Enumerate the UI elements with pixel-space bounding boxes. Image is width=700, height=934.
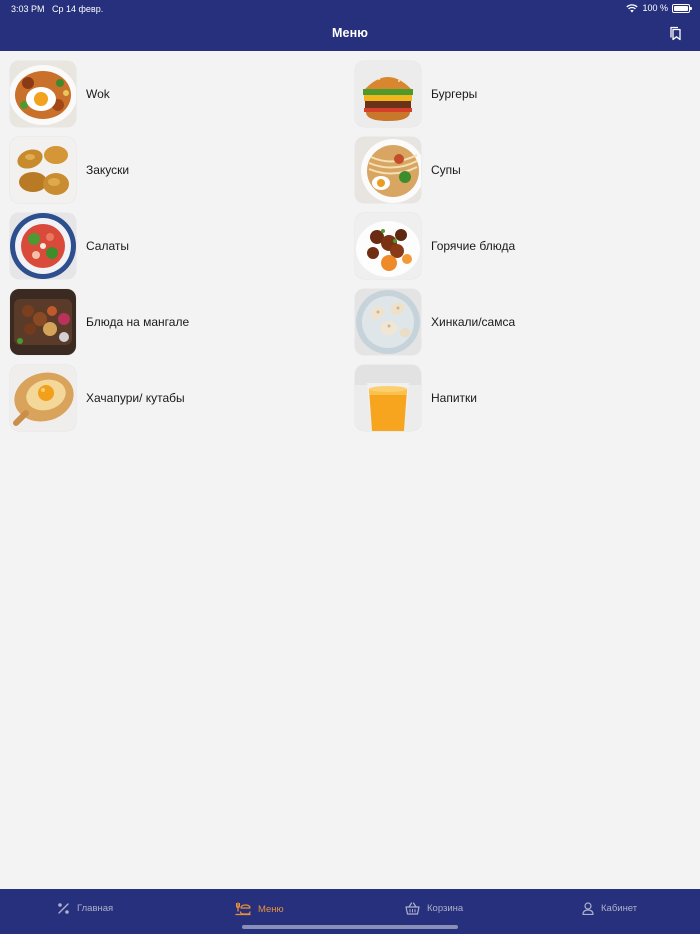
category-grill-dishes[interactable]: Блюда на мангале: [10, 289, 189, 355]
tab-label: Главная: [77, 903, 114, 914]
khachapuri-kutaby-image: [10, 365, 76, 431]
tab-menu[interactable]: Меню: [235, 902, 284, 916]
snacks-image: [10, 137, 76, 203]
wok-image: [10, 61, 76, 127]
basket-icon: [405, 902, 420, 915]
user-icon: [582, 902, 594, 915]
category-label: Хинкали/самса: [431, 315, 516, 329]
category-soups[interactable]: Супы: [355, 137, 461, 203]
battery-icon: [672, 3, 692, 13]
category-burgers[interactable]: Бургеры: [355, 61, 477, 127]
tab-bar: Главная Меню Корзина Кабинет: [0, 889, 700, 934]
hot-dishes-image: [355, 213, 421, 279]
status-indicators: 100 %: [626, 3, 692, 13]
category-hot-dishes[interactable]: Горячие блюда: [355, 213, 515, 279]
tab-cabinet[interactable]: Кабинет: [582, 902, 637, 915]
category-drinks[interactable]: Напитки: [355, 365, 477, 431]
category-label: Wok: [86, 87, 110, 101]
bookmarks-icon[interactable]: [669, 26, 683, 46]
category-label: Хачапури/ кутабы: [86, 391, 185, 405]
category-label: Горячие блюда: [431, 239, 516, 253]
category-salads[interactable]: Салаты: [10, 213, 129, 279]
tab-label: Корзина: [427, 903, 464, 914]
category-label: Закуски: [86, 163, 130, 177]
wifi-icon: [626, 3, 639, 13]
category-khachapuri-kutaby[interactable]: Хачапури/ кутабы: [10, 365, 185, 431]
salads-image: [10, 213, 76, 279]
tab-cart[interactable]: Корзина: [405, 902, 463, 915]
percent-icon: [57, 902, 70, 915]
burgers-image: [355, 61, 421, 127]
grill-dishes-image: [10, 289, 76, 355]
khinkali-samsa-image: [355, 289, 421, 355]
category-label: Блюда на мангале: [86, 315, 190, 329]
battery-percent: 100 %: [642, 3, 668, 13]
category-label: Напитки: [431, 391, 477, 405]
tab-label: Кабинет: [601, 903, 638, 914]
category-label: Супы: [431, 163, 461, 177]
menu-dish-icon: [235, 902, 251, 916]
page-title: Меню: [332, 26, 368, 40]
home-indicator: [242, 925, 458, 929]
category-label: Салаты: [86, 239, 130, 253]
category-label: Бургеры: [431, 87, 478, 101]
category-khinkali-samsa[interactable]: Хинкали/самса: [355, 289, 515, 355]
soups-image: [355, 137, 421, 203]
drinks-image: [355, 365, 421, 431]
tab-home[interactable]: Главная: [57, 902, 113, 915]
category-snacks[interactable]: Закуски: [10, 137, 129, 203]
status-bar: 3:03 PM Ср 14 февр. 100 %: [0, 0, 700, 17]
header: 3:03 PM Ср 14 февр. 100 % Меню: [0, 0, 700, 51]
category-wok[interactable]: Wok: [10, 61, 110, 127]
status-date: Ср 14 февр.: [52, 4, 104, 14]
status-time: 3:03 PM: [11, 4, 45, 14]
tab-label: Меню: [258, 903, 284, 915]
